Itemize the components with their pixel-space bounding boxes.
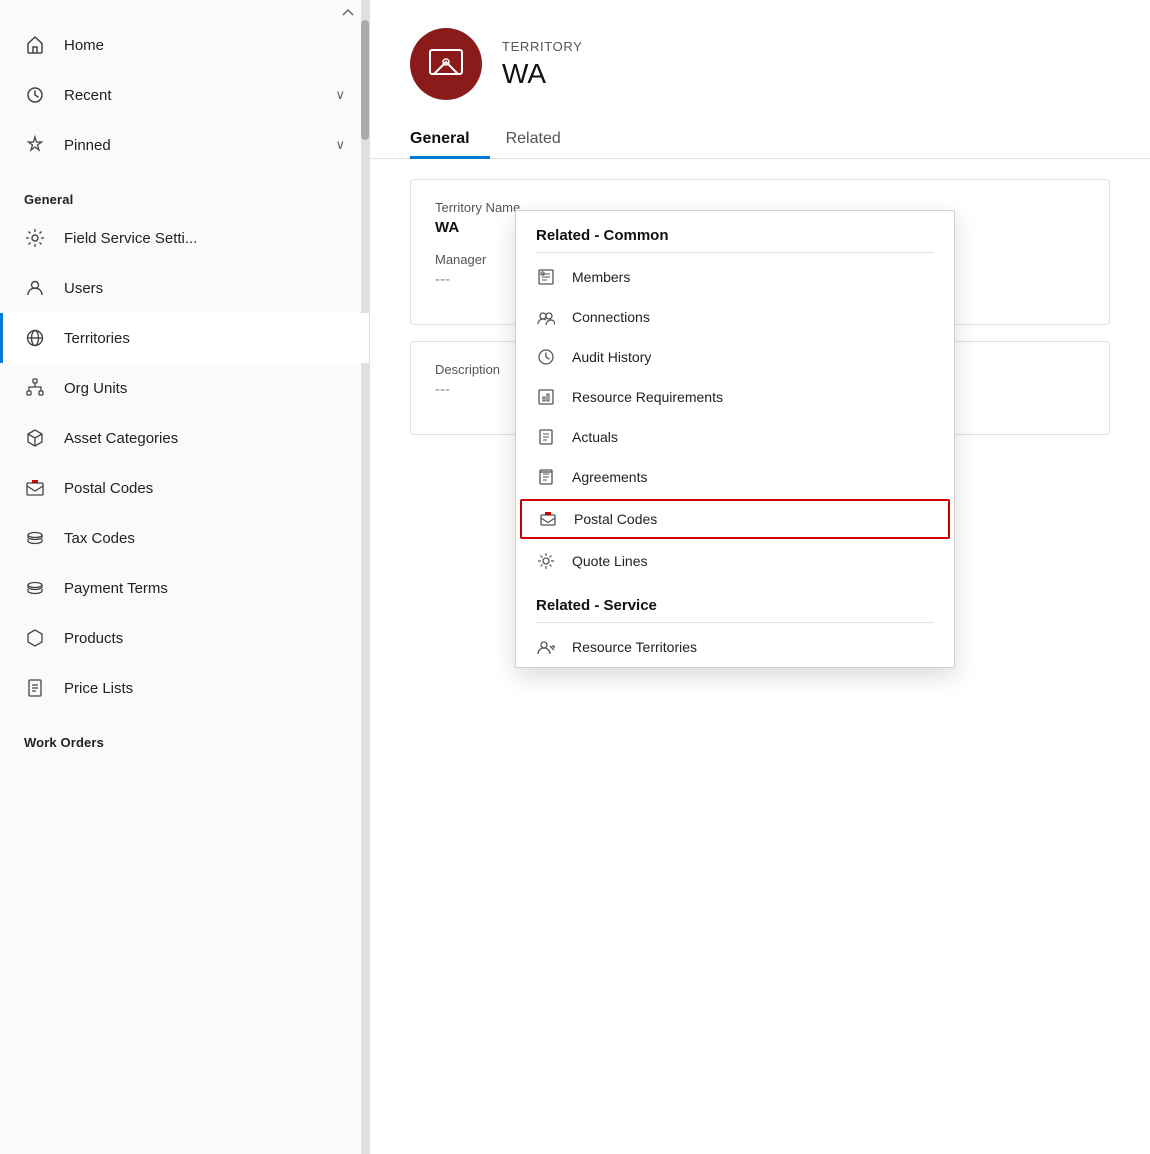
dropdown-item-resource-requirements-label: Resource Requirements: [572, 389, 723, 405]
sidebar-item-home-label: Home: [64, 37, 104, 54]
recent-icon: [24, 84, 46, 106]
main-content: TERRITORY WA General Related Territory N…: [370, 0, 1150, 1154]
sidebar-item-territories[interactable]: Territories: [0, 313, 369, 363]
dropdown-item-actuals-label: Actuals: [572, 429, 618, 445]
users-icon: [24, 277, 46, 299]
sidebar-item-pinned-label: Pinned: [64, 137, 111, 154]
dropdown-item-audit-history-label: Audit History: [572, 349, 651, 365]
pinned-icon: [24, 134, 46, 156]
related-dropdown: Related - Common Members Connections Aud…: [515, 210, 955, 668]
tab-related[interactable]: Related: [506, 120, 581, 158]
pinned-chevron: ∨: [335, 137, 345, 153]
record-entity-type: TERRITORY: [502, 39, 583, 54]
record-title-block: TERRITORY WA: [502, 39, 583, 90]
dropdown-item-resource-territories[interactable]: Resource Territories: [516, 627, 954, 667]
sidebar-item-products[interactable]: Products: [0, 613, 369, 663]
recent-chevron: ∨: [335, 87, 345, 103]
sidebar-item-recent-label: Recent: [64, 87, 112, 104]
sidebar-item-price-lists-label: Price Lists: [64, 680, 133, 697]
dropdown-item-postal-codes[interactable]: Postal Codes: [520, 499, 950, 539]
dropdown-item-resource-requirements[interactable]: Resource Requirements: [516, 377, 954, 417]
general-section-label: General: [0, 170, 369, 213]
sidebar-item-postal-codes-label: Postal Codes: [64, 480, 153, 497]
sidebar-item-territories-label: Territories: [64, 330, 130, 347]
sidebar-item-payment-terms[interactable]: Payment Terms: [0, 563, 369, 613]
price-lists-icon: [24, 677, 46, 699]
record-header: TERRITORY WA: [370, 0, 1150, 120]
work-orders-section-label: Work Orders: [0, 713, 369, 756]
sidebar-item-pinned[interactable]: Pinned ∨: [0, 120, 369, 170]
dropdown-item-connections[interactable]: Connections: [516, 297, 954, 337]
related-service-header: Related - Service: [516, 581, 954, 622]
postal-codes-dropdown-icon: [538, 509, 558, 529]
tax-codes-icon: [24, 527, 46, 549]
sidebar-item-asset-categories-label: Asset Categories: [64, 430, 178, 447]
dropdown-item-connections-label: Connections: [572, 309, 650, 325]
sidebar-item-field-service[interactable]: Field Service Setti...: [0, 213, 369, 263]
dropdown-item-actuals[interactable]: Actuals: [516, 417, 954, 457]
payment-terms-icon: [24, 577, 46, 599]
related-common-header: Related - Common: [516, 211, 954, 252]
record-avatar: [410, 28, 482, 100]
sidebar-item-asset-categories[interactable]: Asset Categories: [0, 413, 369, 463]
divider-2: [536, 622, 934, 623]
sidebar-item-price-lists[interactable]: Price Lists: [0, 663, 369, 713]
sidebar: Home Recent ∨ Pinned ∨ General Field Ser…: [0, 0, 370, 1154]
org-units-icon: [24, 377, 46, 399]
agreements-icon: [536, 467, 556, 487]
dropdown-item-audit-history[interactable]: Audit History: [516, 337, 954, 377]
resource-requirements-icon: [536, 387, 556, 407]
sidebar-item-users-label: Users: [64, 280, 103, 297]
quote-lines-icon: [536, 551, 556, 571]
record-name: WA: [502, 58, 583, 90]
field-service-icon: [24, 227, 46, 249]
divider-1: [536, 252, 934, 253]
territories-icon: [24, 327, 46, 349]
tab-general[interactable]: General: [410, 120, 490, 158]
dropdown-item-quote-lines[interactable]: Quote Lines: [516, 541, 954, 581]
asset-categories-icon: [24, 427, 46, 449]
tabs-bar: General Related: [370, 120, 1150, 159]
sidebar-item-users[interactable]: Users: [0, 263, 369, 313]
sidebar-item-recent[interactable]: Recent ∨: [0, 70, 369, 120]
home-icon: [24, 34, 46, 56]
actuals-icon: [536, 427, 556, 447]
sidebar-item-tax-codes-label: Tax Codes: [64, 530, 135, 547]
dropdown-item-resource-territories-label: Resource Territories: [572, 639, 697, 655]
sidebar-item-tax-codes[interactable]: Tax Codes: [0, 513, 369, 563]
sidebar-item-org-units[interactable]: Org Units: [0, 363, 369, 413]
sidebar-item-home[interactable]: Home: [0, 20, 369, 70]
dropdown-item-agreements-label: Agreements: [572, 469, 647, 485]
sidebar-item-postal-codes[interactable]: Postal Codes: [0, 463, 369, 513]
sidebar-item-field-service-label: Field Service Setti...: [64, 230, 197, 247]
sidebar-item-org-units-label: Org Units: [64, 380, 127, 397]
sidebar-item-payment-terms-label: Payment Terms: [64, 580, 168, 597]
dropdown-item-members[interactable]: Members: [516, 257, 954, 297]
connections-icon: [536, 307, 556, 327]
dropdown-item-quote-lines-label: Quote Lines: [572, 553, 648, 569]
dropdown-item-members-label: Members: [572, 269, 630, 285]
sidebar-item-products-label: Products: [64, 630, 123, 647]
dropdown-item-postal-codes-label: Postal Codes: [574, 511, 657, 527]
postal-codes-icon: [24, 477, 46, 499]
audit-history-icon: [536, 347, 556, 367]
resource-territories-icon: [536, 637, 556, 657]
sidebar-scroll-top: [0, 0, 369, 20]
products-icon: [24, 627, 46, 649]
dropdown-item-agreements[interactable]: Agreements: [516, 457, 954, 497]
members-icon: [536, 267, 556, 287]
